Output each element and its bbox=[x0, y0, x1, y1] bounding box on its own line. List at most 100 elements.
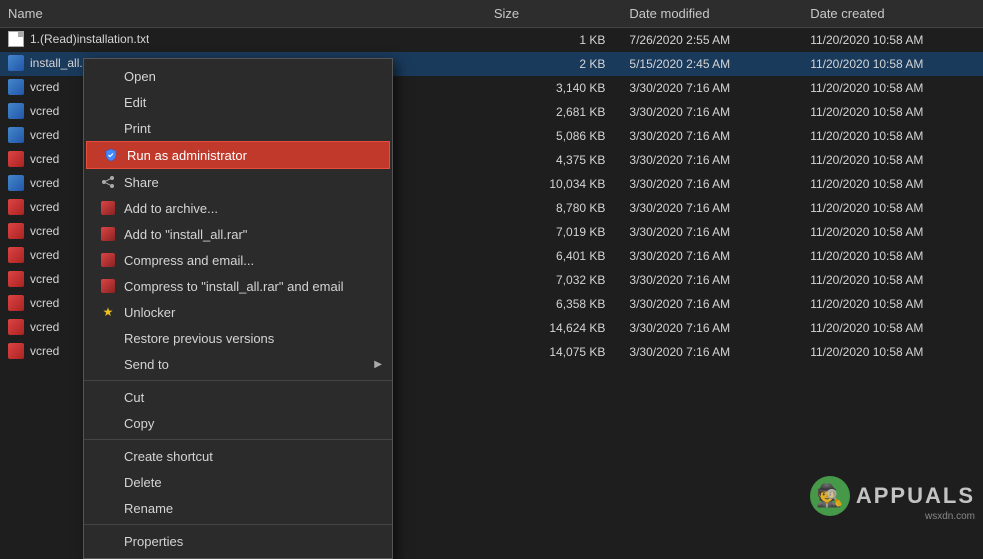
file-size-cell: 14,075 KB bbox=[486, 340, 622, 364]
file-icon bbox=[8, 223, 24, 239]
menu-separator bbox=[84, 439, 392, 440]
winrar-icon bbox=[101, 227, 115, 241]
menu-item-rename[interactable]: Rename bbox=[84, 495, 392, 521]
file-size-cell: 6,358 KB bbox=[486, 292, 622, 316]
file-icon bbox=[8, 247, 24, 263]
file-modified-cell: 3/30/2020 7:16 AM bbox=[621, 220, 802, 244]
file-icon bbox=[8, 127, 24, 143]
menu-item-open[interactable]: Open bbox=[84, 63, 392, 89]
file-size-cell: 10,034 KB bbox=[486, 172, 622, 196]
menu-icon-cut bbox=[100, 389, 116, 405]
file-created-cell: 11/20/2020 10:58 AM bbox=[802, 292, 983, 316]
menu-label-open: Open bbox=[124, 69, 156, 84]
menu-icon-run-as-admin bbox=[103, 147, 119, 163]
menu-label-add-to-archive: Add to archive... bbox=[124, 201, 218, 216]
file-size-cell: 6,401 KB bbox=[486, 244, 622, 268]
table-row[interactable]: 1.(Read)installation.txt1 KB7/26/2020 2:… bbox=[0, 28, 983, 52]
file-name-label: vcred bbox=[30, 344, 59, 358]
file-modified-cell: 5/15/2020 2:45 AM bbox=[621, 52, 802, 76]
col-header-created[interactable]: Date created bbox=[802, 0, 983, 28]
shield-icon bbox=[104, 148, 118, 162]
file-size-cell: 14,624 KB bbox=[486, 316, 622, 340]
menu-item-send-to[interactable]: Send to ▶ bbox=[84, 351, 392, 377]
file-icon bbox=[8, 103, 24, 119]
file-modified-cell: 3/30/2020 7:16 AM bbox=[621, 244, 802, 268]
menu-item-edit[interactable]: Edit bbox=[84, 89, 392, 115]
menu-icon-add-to-archive bbox=[100, 200, 116, 216]
menu-item-compress-rar-email[interactable]: Compress to "install_all.rar" and email bbox=[84, 273, 392, 299]
menu-label-restore-versions: Restore previous versions bbox=[124, 331, 274, 346]
file-name-cell: 1.(Read)installation.txt bbox=[0, 28, 486, 50]
menu-label-copy: Copy bbox=[124, 416, 154, 431]
file-name-label: 1.(Read)installation.txt bbox=[30, 32, 149, 46]
menu-separator bbox=[84, 380, 392, 381]
menu-item-delete[interactable]: Delete bbox=[84, 469, 392, 495]
file-size-cell: 4,375 KB bbox=[486, 148, 622, 172]
menu-icon-edit bbox=[100, 94, 116, 110]
watermark-text: APPUALS bbox=[856, 483, 975, 509]
menu-label-properties: Properties bbox=[124, 534, 183, 549]
menu-item-properties[interactable]: Properties bbox=[84, 528, 392, 554]
file-size-cell: 7,019 KB bbox=[486, 220, 622, 244]
file-created-cell: 11/20/2020 10:58 AM bbox=[802, 172, 983, 196]
winrar-icon bbox=[101, 201, 115, 215]
col-header-size[interactable]: Size bbox=[486, 0, 622, 28]
star-icon: ★ bbox=[103, 305, 114, 319]
menu-item-share[interactable]: Share bbox=[84, 169, 392, 195]
menu-item-restore-versions[interactable]: Restore previous versions bbox=[84, 325, 392, 351]
file-name-label: vcred bbox=[30, 272, 59, 286]
file-icon bbox=[8, 343, 24, 359]
menu-label-delete: Delete bbox=[124, 475, 162, 490]
file-name-label: vcred bbox=[30, 152, 59, 166]
file-modified-cell: 3/30/2020 7:16 AM bbox=[621, 268, 802, 292]
file-created-cell: 11/20/2020 10:58 AM bbox=[802, 148, 983, 172]
menu-icon-copy bbox=[100, 415, 116, 431]
menu-item-add-to-archive[interactable]: Add to archive... bbox=[84, 195, 392, 221]
file-created-cell: 11/20/2020 10:58 AM bbox=[802, 28, 983, 52]
file-created-cell: 11/20/2020 10:58 AM bbox=[802, 76, 983, 100]
menu-icon-compress-rar-email bbox=[100, 278, 116, 294]
file-name-label: vcred bbox=[30, 224, 59, 238]
menu-item-run-as-admin[interactable]: Run as administrator bbox=[86, 141, 390, 169]
menu-icon-properties bbox=[100, 533, 116, 549]
file-created-cell: 11/20/2020 10:58 AM bbox=[802, 268, 983, 292]
file-modified-cell: 3/30/2020 7:16 AM bbox=[621, 76, 802, 100]
menu-label-create-shortcut: Create shortcut bbox=[124, 449, 213, 464]
menu-item-add-to-install-rar[interactable]: Add to "install_all.rar" bbox=[84, 221, 392, 247]
menu-label-run-as-admin: Run as administrator bbox=[127, 148, 247, 163]
watermark-logo: 🕵️ bbox=[810, 476, 850, 516]
file-size-cell: 7,032 KB bbox=[486, 268, 622, 292]
menu-icon-share bbox=[100, 174, 116, 190]
menu-item-print[interactable]: Print bbox=[84, 115, 392, 141]
menu-item-copy[interactable]: Copy bbox=[84, 410, 392, 436]
file-size-cell: 2 KB bbox=[486, 52, 622, 76]
menu-icon-create-shortcut bbox=[100, 448, 116, 464]
file-modified-cell: 3/30/2020 7:16 AM bbox=[621, 172, 802, 196]
submenu-arrow-icon: ▶ bbox=[374, 359, 382, 370]
menu-item-compress-email[interactable]: Compress and email... bbox=[84, 247, 392, 273]
menu-label-edit: Edit bbox=[124, 95, 146, 110]
menu-label-send-to: Send to bbox=[124, 357, 169, 372]
menu-item-unlocker[interactable]: ★Unlocker bbox=[84, 299, 392, 325]
file-modified-cell: 3/30/2020 7:16 AM bbox=[621, 340, 802, 364]
menu-label-compress-rar-email: Compress to "install_all.rar" and email bbox=[124, 279, 343, 294]
file-modified-cell: 3/30/2020 7:16 AM bbox=[621, 316, 802, 340]
file-icon bbox=[8, 295, 24, 311]
winrar-icon bbox=[101, 279, 115, 293]
menu-item-create-shortcut[interactable]: Create shortcut bbox=[84, 443, 392, 469]
menu-item-cut[interactable]: Cut bbox=[84, 384, 392, 410]
col-header-name[interactable]: Name bbox=[0, 0, 486, 28]
file-name-label: vcred bbox=[30, 176, 59, 190]
file-created-cell: 11/20/2020 10:58 AM bbox=[802, 316, 983, 340]
watermark: 🕵️ APPUALS bbox=[810, 476, 975, 516]
file-icon bbox=[8, 271, 24, 287]
menu-icon-restore-versions bbox=[100, 330, 116, 346]
menu-icon-send-to bbox=[100, 356, 116, 372]
menu-icon-delete bbox=[100, 474, 116, 490]
menu-label-compress-email: Compress and email... bbox=[124, 253, 254, 268]
file-name-label: vcred bbox=[30, 80, 59, 94]
menu-icon-print bbox=[100, 120, 116, 136]
col-header-modified[interactable]: Date modified bbox=[621, 0, 802, 28]
table-header: Name Size Date modified Date created bbox=[0, 0, 983, 28]
file-icon bbox=[8, 151, 24, 167]
